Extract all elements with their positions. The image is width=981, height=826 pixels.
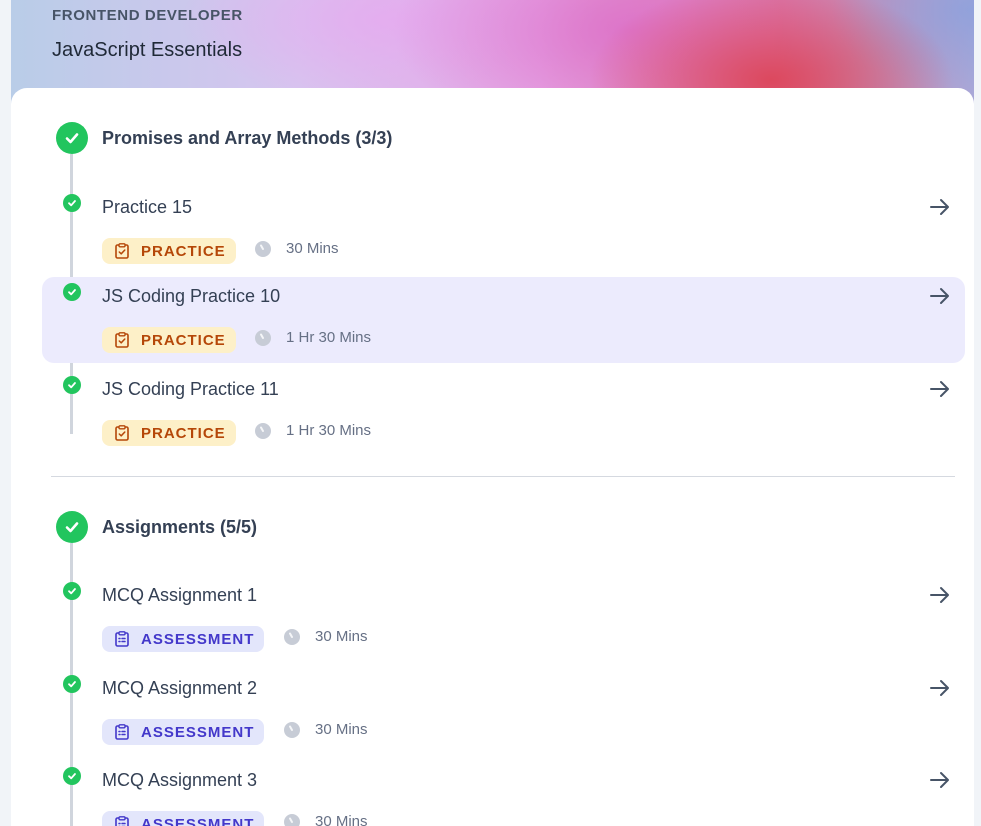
section-header[interactable]: Assignments (5/5): [56, 511, 257, 543]
type-badge: PRACTICE: [102, 327, 236, 353]
check-circle-icon: [63, 376, 81, 394]
badge-label: PRACTICE: [141, 424, 226, 442]
clipboard-icon: [115, 631, 129, 647]
badge-label: ASSESSMENT: [141, 630, 255, 648]
arrow-right-icon[interactable]: [928, 195, 952, 219]
item-title: MCQ Assignment 3: [102, 770, 258, 790]
duration-label: 30 Mins: [315, 628, 368, 645]
arrow-right-icon[interactable]: [928, 676, 952, 700]
arrow-right-icon[interactable]: [928, 583, 952, 607]
course-title: JavaScript Essentials: [52, 39, 243, 61]
check-circle-icon: [63, 283, 81, 301]
list-item[interactable]: JS Coding Practice 10 PRACTICE 1 Hr 30 M…: [42, 277, 965, 363]
type-badge: PRACTICE: [102, 420, 236, 446]
clock-icon: [255, 240, 271, 257]
badge-label: PRACTICE: [141, 242, 226, 260]
badge-label: ASSESSMENT: [141, 723, 255, 741]
clock-icon: [284, 628, 300, 645]
section-divider: [51, 476, 955, 477]
duration: 30 Mins: [284, 721, 368, 738]
item-title: JS Coding Practice 11: [102, 379, 279, 399]
item-title: MCQ Assignment 2: [102, 678, 258, 698]
check-circle-icon: [63, 582, 81, 600]
duration-label: 30 Mins: [315, 813, 368, 826]
section-header[interactable]: Promises and Array Methods (3/3): [56, 122, 392, 154]
arrow-right-icon[interactable]: [928, 768, 952, 792]
list-item[interactable]: MCQ Assignment 2 ASSESSMENT 30 Mins: [42, 669, 965, 755]
type-badge: ASSESSMENT: [102, 811, 265, 826]
arrow-right-icon[interactable]: [928, 377, 952, 401]
duration: 30 Mins: [255, 240, 339, 257]
item-title: Practice 15: [102, 197, 193, 217]
duration-label: 1 Hr 30 Mins: [286, 329, 372, 346]
clipboard-icon: [115, 816, 129, 826]
list-item[interactable]: MCQ Assignment 3 ASSESSMENT 30 Mins: [42, 761, 965, 826]
duration: 1 Hr 30 Mins: [255, 329, 371, 346]
duration: 1 Hr 30 Mins: [255, 422, 371, 439]
item-title: MCQ Assignment 1: [102, 585, 258, 605]
clipboard-icon: [115, 425, 129, 441]
list-item[interactable]: Practice 15 PRACTICE 30 Mins: [42, 188, 965, 274]
clock-icon: [284, 721, 300, 738]
type-badge: PRACTICE: [102, 238, 236, 264]
course-track: FRONTEND DEVELOPER: [52, 7, 243, 24]
arrow-right-icon[interactable]: [928, 284, 952, 308]
clipboard-icon: [115, 332, 129, 348]
duration: 30 Mins: [284, 628, 368, 645]
check-circle-icon: [63, 675, 81, 693]
check-circle-icon: [63, 767, 81, 785]
section-title: Promises and Array Methods (3/3): [102, 127, 393, 148]
type-badge: ASSESSMENT: [102, 719, 265, 745]
clipboard-icon: [115, 724, 129, 740]
clock-icon: [255, 329, 271, 346]
item-title: JS Coding Practice 10: [102, 286, 281, 306]
list-item[interactable]: JS Coding Practice 11 PRACTICE 1 Hr 30 M…: [42, 370, 965, 456]
duration-label: 30 Mins: [315, 721, 368, 738]
duration: 30 Mins: [284, 813, 368, 826]
duration-label: 30 Mins: [286, 240, 339, 257]
type-badge: ASSESSMENT: [102, 626, 265, 652]
list-item[interactable]: MCQ Assignment 1 ASSESSMENT 30 Mins: [42, 576, 965, 662]
duration-label: 1 Hr 30 Mins: [286, 422, 372, 439]
check-circle-icon: [56, 511, 88, 543]
badge-label: PRACTICE: [141, 331, 226, 349]
check-circle-icon: [63, 194, 81, 212]
clock-icon: [284, 813, 300, 826]
course-content-card: Promises and Array Methods (3/3) Practic…: [11, 88, 974, 826]
badge-label: ASSESSMENT: [141, 815, 255, 826]
clipboard-icon: [115, 243, 129, 259]
clock-icon: [255, 422, 271, 439]
section-title: Assignments (5/5): [102, 516, 258, 537]
check-circle-icon: [56, 122, 88, 154]
